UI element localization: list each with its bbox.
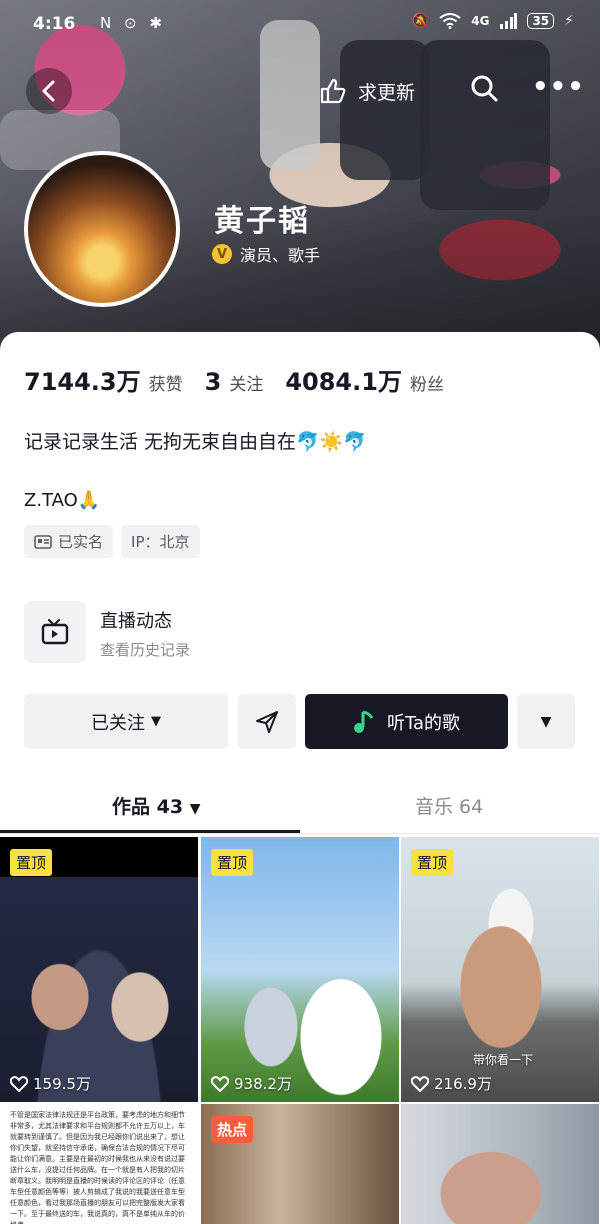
request-update-button[interactable]: 求更新 <box>318 74 415 108</box>
tab-music-label: 音乐 64 <box>415 796 484 818</box>
video-thumbnail[interactable] <box>401 1104 599 1224</box>
pinned-badge: 置顶 <box>10 849 53 876</box>
real-name-tag: 已实名 <box>24 525 114 558</box>
profile-stats: 7144.3万 获赞 3 关注 4084.1万 粉丝 <box>24 362 466 397</box>
live-title: 直播动态 <box>100 611 172 632</box>
heart-icon <box>411 1075 429 1092</box>
live-subtitle: 查看历史记录 <box>100 641 191 659</box>
tab-works[interactable]: 作品 43 ▼ <box>112 792 200 819</box>
live-history-entry[interactable]: 直播动态 查看历史记录 <box>24 601 584 665</box>
ip-location-tag: IP：北京 <box>121 525 200 558</box>
real-name-label: 已实名 <box>58 533 104 551</box>
status-time: 4:16 <box>33 14 76 34</box>
video-likes: 159.5万 <box>10 1073 91 1094</box>
notification-icons: N ⊙ ✱ <box>100 14 166 32</box>
verified-badge-icon: V <box>212 244 232 264</box>
search-icon <box>471 75 498 102</box>
battery-icon: 35 <box>527 13 555 29</box>
followers-label[interactable]: 粉丝 <box>410 370 444 395</box>
avatar[interactable] <box>24 151 180 307</box>
video-overlay-text: 带你看一下 <box>473 1053 534 1067</box>
video-likes-count: 216.9万 <box>434 1075 492 1093</box>
back-button[interactable] <box>26 68 72 114</box>
status-bar: 4:16 N ⊙ ✱ 🔕 4G 35 ⚡ <box>0 0 600 50</box>
video-thumbnail[interactable]: 置顶 带你看一下 216.9万 <box>401 837 599 1102</box>
status-right-icons: 🔕 4G 35 ⚡ <box>412 13 574 29</box>
verification-info: V 演员、歌手 <box>212 242 320 266</box>
more-dots-icon: ••• <box>532 72 585 102</box>
request-update-label: 求更新 <box>358 81 416 104</box>
send-icon <box>256 710 278 733</box>
bio-line: 记录记录生活 无拘无束自由自在🐬☀️🐬 <box>24 431 368 453</box>
profile-name: 黄子韬 <box>214 204 310 239</box>
followed-label: 已关注 <box>91 712 145 734</box>
video-thumbnail[interactable]: 置顶 159.5万 <box>0 837 198 1102</box>
video-likes: 216.9万 <box>411 1073 492 1094</box>
tab-works-label: 作品 43 <box>112 796 184 818</box>
followed-button[interactable]: 已关注 ▼ <box>24 694 228 749</box>
caret-down-icon: ▼ <box>189 801 201 817</box>
ip-location-label: IP：北京 <box>131 533 190 551</box>
heart-icon <box>211 1075 229 1092</box>
music-note-icon <box>353 710 374 733</box>
network-label: 4G <box>471 14 490 28</box>
listen-songs-label: 听Ta的歌 <box>386 712 461 734</box>
heart-icon <box>10 1075 28 1092</box>
charging-icon: ⚡ <box>564 13 574 29</box>
live-tv-icon <box>24 601 86 663</box>
likes-count: 7144.3万 <box>24 368 141 396</box>
document-text: 不管是国家法律法规还是平台政策，要考虑的地方和细节非常多，尤其法律要求和平台规则… <box>10 1111 185 1224</box>
video-likes: 938.2万 <box>211 1073 292 1094</box>
wifi-icon <box>439 13 461 29</box>
likes-label: 获赞 <box>148 375 183 395</box>
video-thumbnail[interactable]: 热点 <box>201 1104 399 1224</box>
chevron-left-icon <box>42 80 55 102</box>
signal-icon <box>500 13 518 29</box>
mute-icon: 🔕 <box>411 13 430 29</box>
followers-count[interactable]: 4084.1万 <box>285 362 402 397</box>
listen-songs-button[interactable]: 听Ta的歌 <box>305 694 508 749</box>
video-thumbnail[interactable]: 不管是国家法律法规还是平台政策，要考虑的地方和细节非常多，尤其法律要求和平台规则… <box>0 1104 198 1224</box>
caret-down-icon: ▼ <box>540 713 552 730</box>
caret-down-icon: ▼ <box>151 714 161 729</box>
send-message-button[interactable] <box>238 694 296 749</box>
hot-badge: 热点 <box>211 1116 254 1143</box>
thumbs-up-icon <box>320 78 346 104</box>
video-thumbnail[interactable]: 置顶 938.2万 <box>201 837 399 1102</box>
following-label[interactable]: 关注 <box>229 370 263 395</box>
pinned-badge: 置顶 <box>411 849 454 876</box>
video-likes-count: 159.5万 <box>33 1075 91 1093</box>
tab-music[interactable]: 音乐 64 <box>415 792 483 819</box>
search-button[interactable] <box>468 72 502 106</box>
more-options-button[interactable]: ••• <box>532 72 584 106</box>
profile-tags: 已实名 IP：北京 <box>24 525 200 558</box>
pinned-badge: 置顶 <box>211 849 254 876</box>
id-card-icon <box>34 534 52 549</box>
bio-signature: Z.TAO🙏 <box>24 490 101 511</box>
following-count[interactable]: 3 <box>205 368 222 396</box>
more-actions-button[interactable]: ▼ <box>517 694 575 749</box>
tab-divider <box>0 833 600 834</box>
video-likes-count: 938.2万 <box>234 1075 292 1093</box>
verification-label: 演员、歌手 <box>240 246 321 265</box>
